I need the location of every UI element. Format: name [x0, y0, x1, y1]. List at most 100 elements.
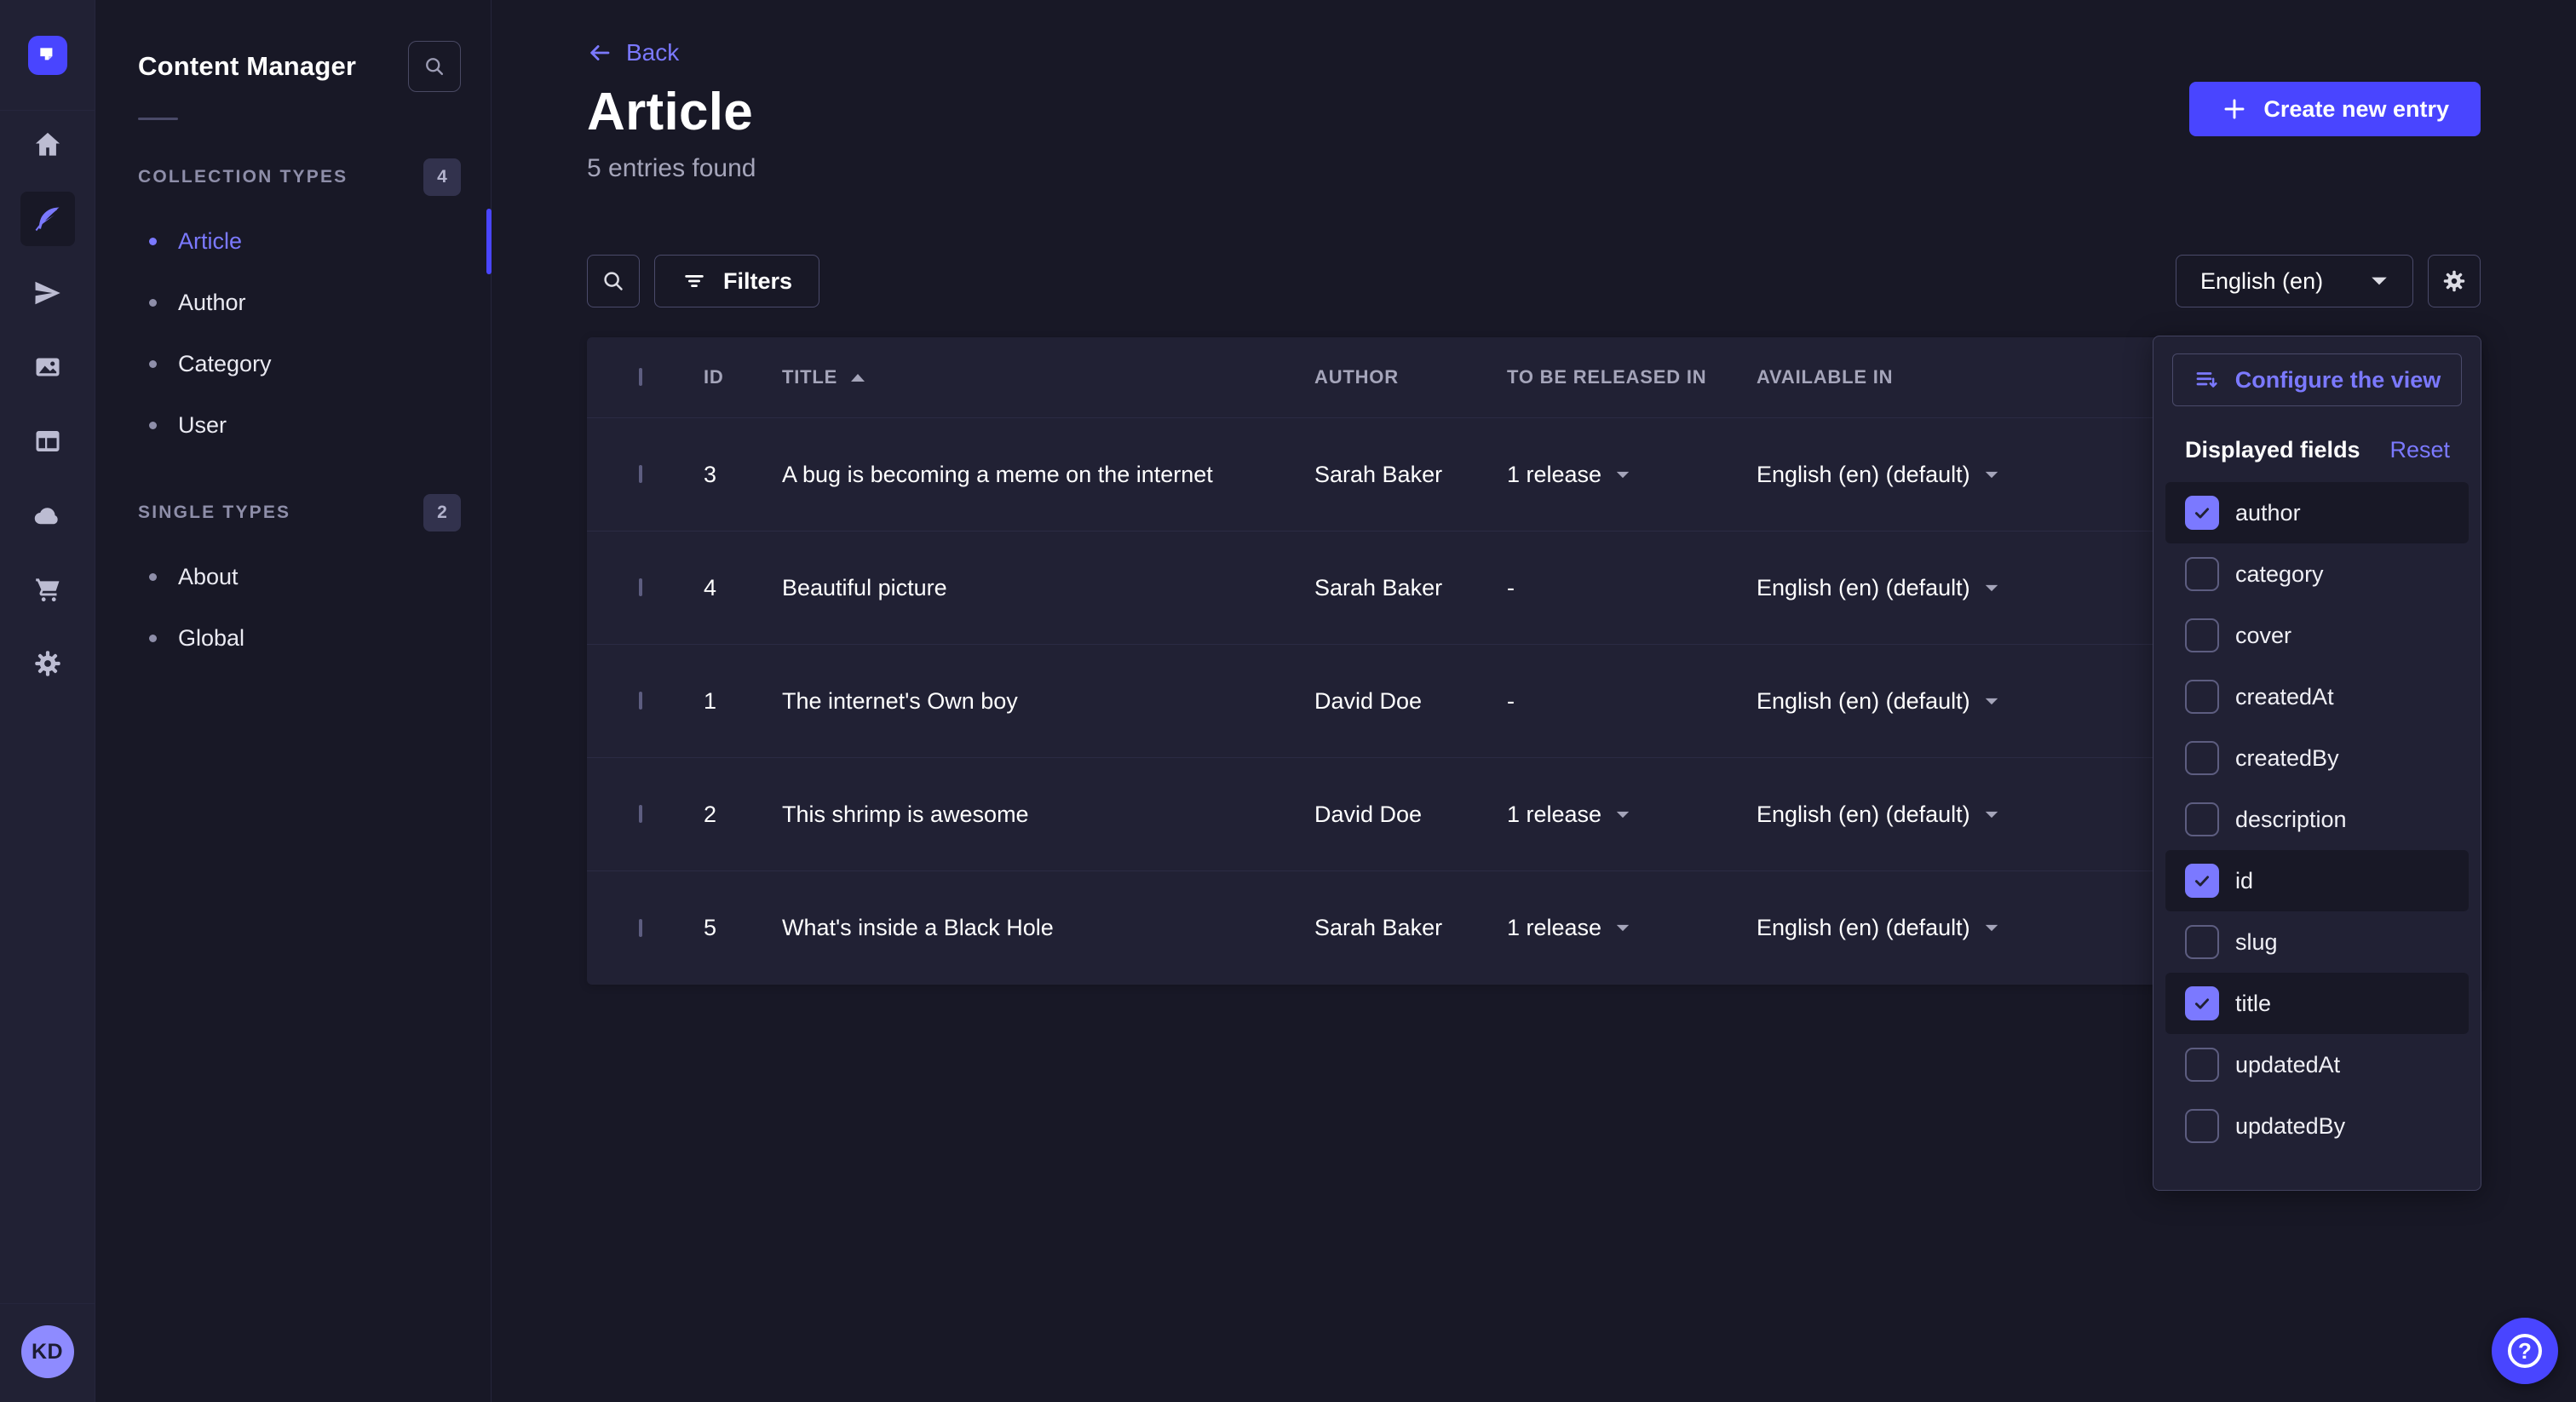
strapi-logo-icon [37, 44, 59, 66]
sidebar-item-category[interactable]: Category [95, 333, 491, 394]
chevron-down-icon [1615, 809, 1630, 820]
user-avatar[interactable]: KD [21, 1325, 74, 1378]
sort-ascending-icon [849, 371, 866, 383]
field-option-title[interactable]: title [2165, 973, 2469, 1034]
checkbox[interactable] [2185, 864, 2219, 898]
select-all-checkbox[interactable] [639, 368, 642, 386]
page-title: Article [587, 82, 753, 142]
checkbox[interactable] [2185, 680, 2219, 714]
field-option-slug[interactable]: slug [2165, 911, 2469, 973]
create-new-entry-button[interactable]: Create new entry [2189, 82, 2481, 136]
chevron-down-icon [1984, 469, 1999, 480]
cell-title: This shrimp is awesome [782, 802, 1314, 828]
field-option-cover[interactable]: cover [2165, 605, 2469, 666]
view-settings-panel: Configure the view Displayed fields Rese… [2153, 336, 2481, 1191]
single-types-label: SINGLE TYPES [138, 503, 290, 523]
rail-icon-list [20, 118, 75, 691]
checkbox[interactable] [2185, 986, 2219, 1020]
sidebar-item-author[interactable]: Author [95, 272, 491, 333]
row-checkbox[interactable] [639, 578, 642, 596]
field-option-category[interactable]: category [2165, 543, 2469, 605]
column-header-title[interactable]: TITLE [782, 366, 1314, 388]
sidebar-item-user[interactable]: User [95, 394, 491, 456]
row-checkbox[interactable] [639, 692, 642, 710]
help-button[interactable]: ? [2492, 1318, 2558, 1384]
cell-id: 5 [704, 915, 782, 941]
cell-author: Sarah Baker [1314, 462, 1507, 488]
checkbox[interactable] [2185, 741, 2219, 775]
deploy-cloud-icon[interactable] [20, 488, 75, 543]
back-link[interactable]: Back [587, 39, 679, 66]
chevron-down-icon [1984, 809, 1999, 820]
cell-title: The internet's Own boy [782, 688, 1314, 715]
sidebar-item-global[interactable]: Global [95, 607, 491, 669]
chevron-down-icon [1615, 922, 1630, 934]
gear-icon [2441, 268, 2467, 294]
cell-title: Beautiful picture [782, 575, 1314, 601]
search-icon [601, 268, 626, 294]
sidebar-item-article[interactable]: Article [95, 210, 491, 272]
strapi-logo[interactable] [28, 36, 67, 75]
checkbox[interactable] [2185, 1048, 2219, 1082]
content-type-builder-icon[interactable] [20, 414, 75, 468]
search-icon [423, 55, 446, 78]
displayed-fields-title: Displayed fields [2185, 437, 2360, 463]
settings-gear-icon[interactable] [20, 636, 75, 691]
row-checkbox[interactable] [639, 919, 642, 937]
checkbox[interactable] [2185, 802, 2219, 836]
cell-id: 2 [704, 802, 782, 828]
checkbox[interactable] [2185, 925, 2219, 959]
field-option-createdBy[interactable]: createdBy [2165, 727, 2469, 789]
cell-released[interactable]: 1 release [1507, 462, 1757, 488]
bullet-icon [149, 573, 157, 581]
field-option-id[interactable]: id [2165, 850, 2469, 911]
filters-button[interactable]: Filters [654, 255, 819, 307]
cell-released[interactable]: 1 release [1507, 915, 1757, 941]
search-button[interactable] [587, 255, 640, 307]
checkbox[interactable] [2185, 557, 2219, 591]
column-header-released: TO BE RELEASED IN [1507, 366, 1757, 388]
bullet-icon [149, 635, 157, 642]
content-manager-sidebar: Content Manager COLLECTION TYPES 4 Artic… [95, 0, 492, 1402]
reset-link[interactable]: Reset [2389, 437, 2450, 463]
sidebar-item-about[interactable]: About [95, 546, 491, 607]
field-option-updatedAt[interactable]: updatedAt [2165, 1034, 2469, 1095]
row-checkbox[interactable] [639, 465, 642, 483]
home-icon[interactable] [20, 118, 75, 172]
checkmark-icon [2192, 993, 2212, 1014]
sidebar-title: Content Manager [138, 51, 356, 82]
cell-author: Sarah Baker [1314, 915, 1507, 941]
field-option-description[interactable]: description [2165, 789, 2469, 850]
cell-author: David Doe [1314, 802, 1507, 828]
media-library-icon[interactable] [20, 340, 75, 394]
cell-released: - [1507, 575, 1757, 601]
collection-types-count-badge: 4 [423, 158, 461, 196]
toolbar: Filters English (en) [587, 255, 2481, 307]
marketplace-cart-icon[interactable] [20, 562, 75, 617]
releases-plane-icon[interactable] [20, 266, 75, 320]
rail-footer: KD [0, 1303, 95, 1402]
chevron-down-icon [2370, 274, 2389, 288]
arrow-left-icon [587, 40, 612, 66]
chevron-down-icon [1984, 696, 1999, 707]
cell-released[interactable]: 1 release [1507, 802, 1757, 828]
collection-types-label: COLLECTION TYPES [138, 167, 348, 187]
bullet-icon [149, 299, 157, 307]
chevron-down-icon [1984, 922, 1999, 934]
rail-divider [0, 1303, 95, 1304]
field-option-author[interactable]: author [2165, 482, 2469, 543]
locale-select[interactable]: English (en) [2176, 255, 2413, 307]
field-option-createdAt[interactable]: createdAt [2165, 666, 2469, 727]
cell-author: Sarah Baker [1314, 575, 1507, 601]
field-option-updatedBy[interactable]: updatedBy [2165, 1095, 2469, 1157]
configure-the-view-button[interactable]: Configure the view [2172, 353, 2462, 406]
checkbox[interactable] [2185, 1109, 2219, 1143]
checkbox[interactable] [2185, 496, 2219, 530]
collection-types-section: COLLECTION TYPES 4 Article Author Catego… [95, 158, 491, 456]
checkbox[interactable] [2185, 618, 2219, 652]
row-checkbox[interactable] [639, 805, 642, 823]
view-settings-gear-button[interactable] [2428, 255, 2481, 307]
sidebar-search-button[interactable] [408, 41, 461, 92]
cell-title: What's inside a Black Hole [782, 915, 1314, 941]
content-manager-feather-icon[interactable] [20, 192, 75, 246]
